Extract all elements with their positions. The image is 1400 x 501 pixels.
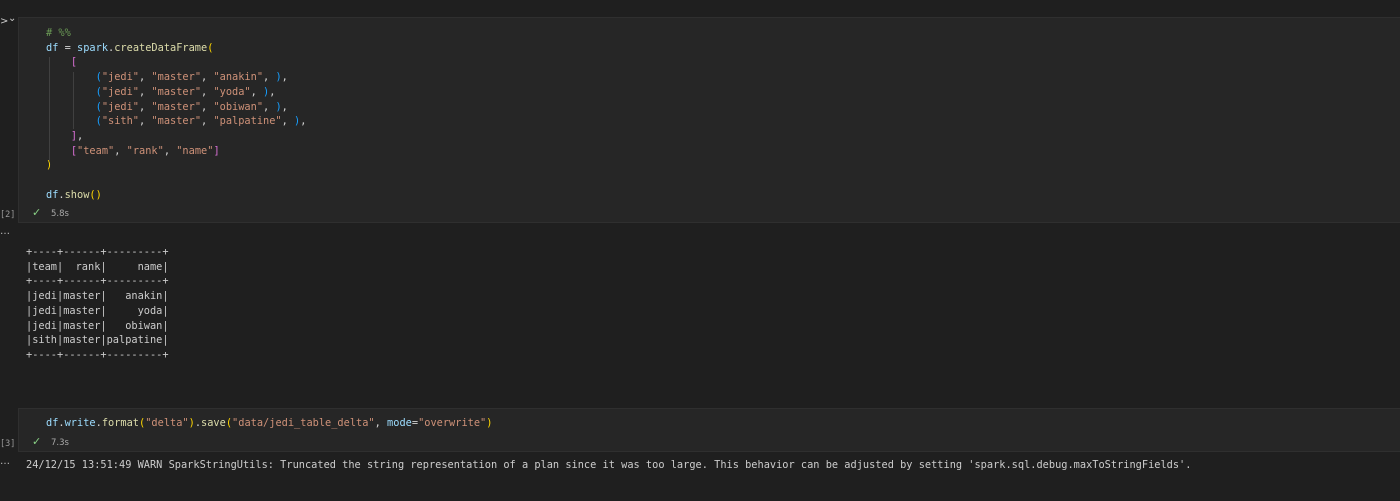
execution-time: 7.3s [51, 438, 69, 448]
mode-value: "overwrite" [418, 417, 487, 429]
output-more-actions-icon[interactable]: … [0, 226, 10, 237]
format-argument: "delta" [145, 417, 189, 429]
mode-keyword: mode [387, 417, 412, 429]
cell-2-source[interactable]: df.write.format("delta").save("data/jedi… [46, 416, 492, 431]
format-function: format [101, 417, 140, 429]
expand-chevron-icon[interactable]: ⌄ [8, 13, 16, 24]
assign-operator: = [58, 41, 78, 54]
row1-name: "anakin" [213, 71, 264, 84]
df-variable: df [46, 41, 59, 54]
row4-rank: "master" [151, 115, 202, 128]
write-attribute: write [64, 417, 96, 429]
output-more-actions-icon[interactable]: … [0, 456, 10, 467]
row1-team: "jedi" [101, 71, 140, 84]
df-variable: df [46, 417, 59, 429]
warning-output: 24/12/15 13:51:49 WARN SparkStringUtils:… [26, 459, 1192, 471]
show-function: show [64, 188, 90, 201]
row2-name: "yoda" [213, 85, 251, 98]
row3-rank: "master" [151, 100, 202, 113]
row1-rank: "master" [151, 71, 202, 84]
cell-1-source[interactable]: # %% df = spark.createDataFrame( [ ("jed… [46, 26, 306, 202]
cell-comment: # %% [46, 27, 71, 39]
spark-variable: spark [77, 41, 109, 54]
column-rank: "rank" [126, 144, 164, 157]
success-check-icon: ✓ [32, 206, 42, 219]
row4-name: "palpatine" [213, 115, 282, 128]
row2-rank: "master" [151, 85, 202, 98]
execution-time: 5.8s [51, 209, 69, 219]
df-variable: df [46, 188, 59, 201]
success-check-icon: ✓ [32, 435, 42, 448]
save-path-argument: "data/jedi_table_delta" [232, 417, 375, 429]
column-name: "name" [176, 144, 214, 157]
show-output-table: +----+------+---------+ |team| rank| nam… [26, 246, 169, 361]
column-team: "team" [77, 144, 115, 157]
row2-team: "jedi" [101, 85, 140, 98]
row3-name: "obiwan" [213, 100, 264, 113]
execution-count: [2] [0, 210, 16, 220]
execution-count: [3] [0, 439, 16, 449]
save-function: save [201, 417, 226, 429]
create-dataframe-function: createDataFrame [114, 41, 208, 54]
row4-team: "sith" [101, 115, 140, 128]
row3-team: "jedi" [101, 100, 140, 113]
